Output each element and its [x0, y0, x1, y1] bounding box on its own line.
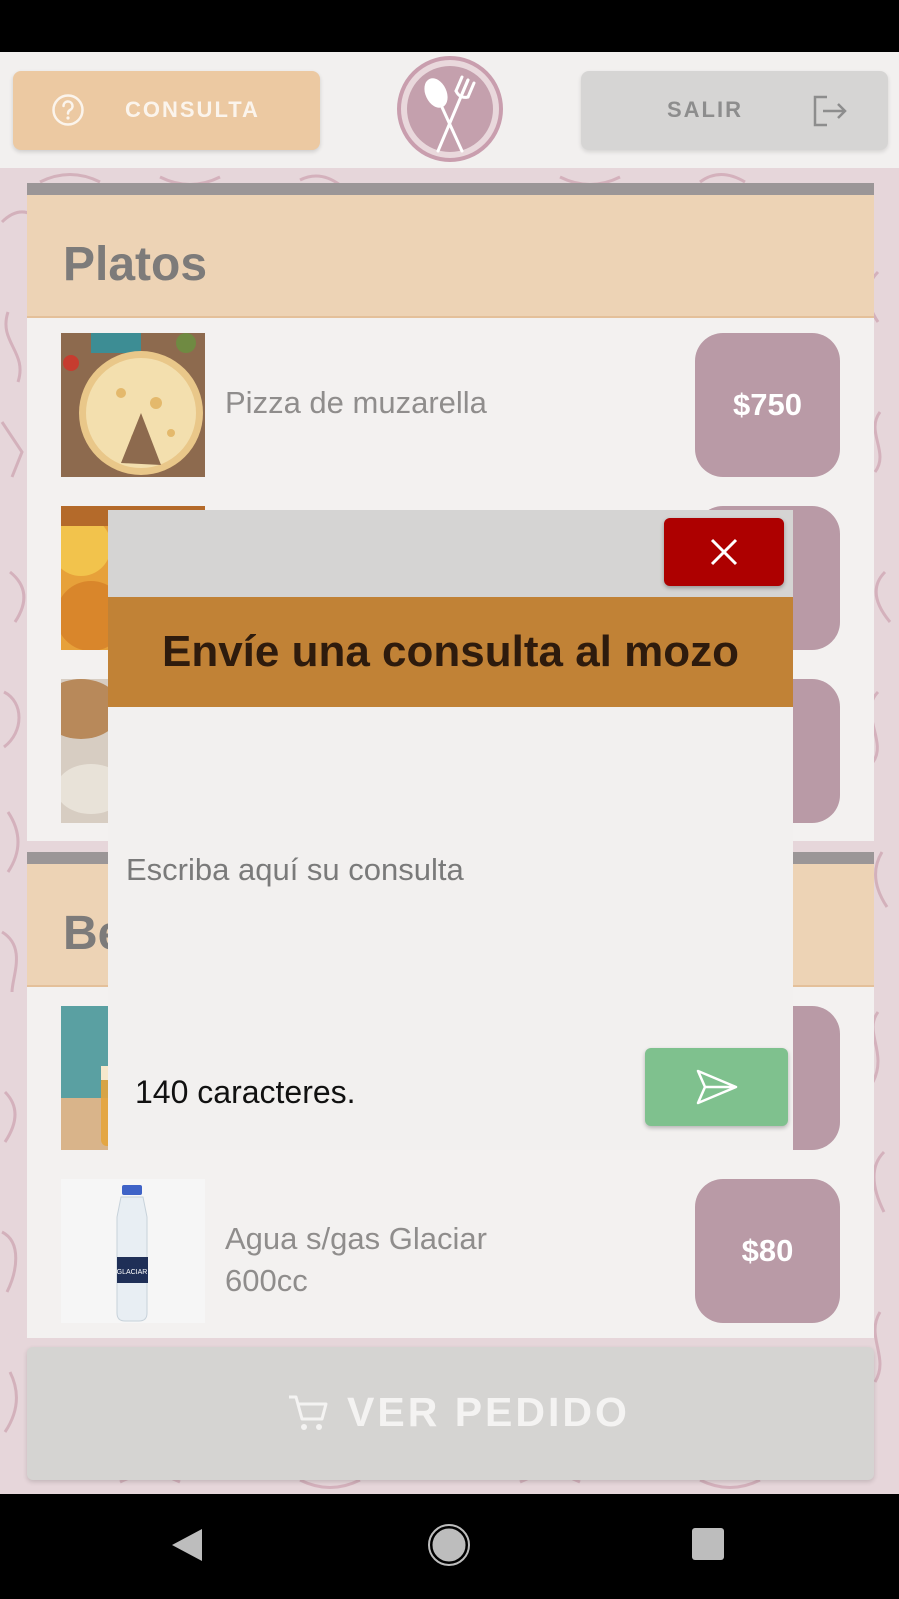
send-button[interactable] [645, 1048, 788, 1126]
price-button[interactable]: $80 [695, 1179, 840, 1323]
dialog-title: Envíe una consulta al mozo [108, 597, 793, 707]
close-button[interactable] [664, 518, 784, 586]
price-button[interactable]: $750 [695, 333, 840, 477]
salir-label: SALIR [667, 97, 743, 122]
item-image-agua[interactable]: GLACIAR [61, 1179, 205, 1323]
section-title: Platos [63, 238, 208, 291]
ver-pedido-button[interactable]: VER PEDIDO [27, 1347, 874, 1480]
svg-text:GLACIAR: GLACIAR [117, 1269, 148, 1276]
send-icon [696, 1069, 738, 1105]
section-divider [27, 183, 874, 195]
top-bar: CONSULTA SALIR [0, 52, 899, 168]
consulta-input[interactable] [108, 707, 793, 1037]
app-screen: CONSULTA SALIR Platos Pizza de muzarella… [0, 52, 899, 1494]
cart-icon [289, 1395, 328, 1430]
spoon-fork-logo [397, 56, 503, 162]
ver-pedido-label: VER PEDIDO [347, 1389, 630, 1435]
home-icon[interactable] [428, 1524, 470, 1566]
consulta-dialog: Envíe una consulta al mozo 140 caractere… [108, 510, 793, 1150]
back-icon[interactable] [170, 1527, 204, 1563]
item-name: Agua s/gas Glaciar 600cc [225, 1221, 487, 1298]
item-image-pizza[interactable] [61, 333, 205, 477]
char-count: 140 caracteres. [135, 1074, 356, 1110]
consulta-button[interactable]: CONSULTA [13, 71, 320, 150]
dialog-header-bar [108, 510, 793, 597]
section-header: Platos [27, 195, 874, 318]
status-bar [0, 0, 899, 52]
system-nav-bar [0, 1494, 899, 1599]
question-circle-icon [52, 94, 84, 126]
close-icon [710, 538, 738, 566]
item-name: Pizza de muzarella [225, 385, 487, 420]
consulta-label: CONSULTA [125, 97, 260, 122]
logout-icon [813, 95, 847, 127]
recent-apps-icon[interactable] [692, 1528, 724, 1560]
salir-button[interactable]: SALIR [581, 71, 888, 150]
